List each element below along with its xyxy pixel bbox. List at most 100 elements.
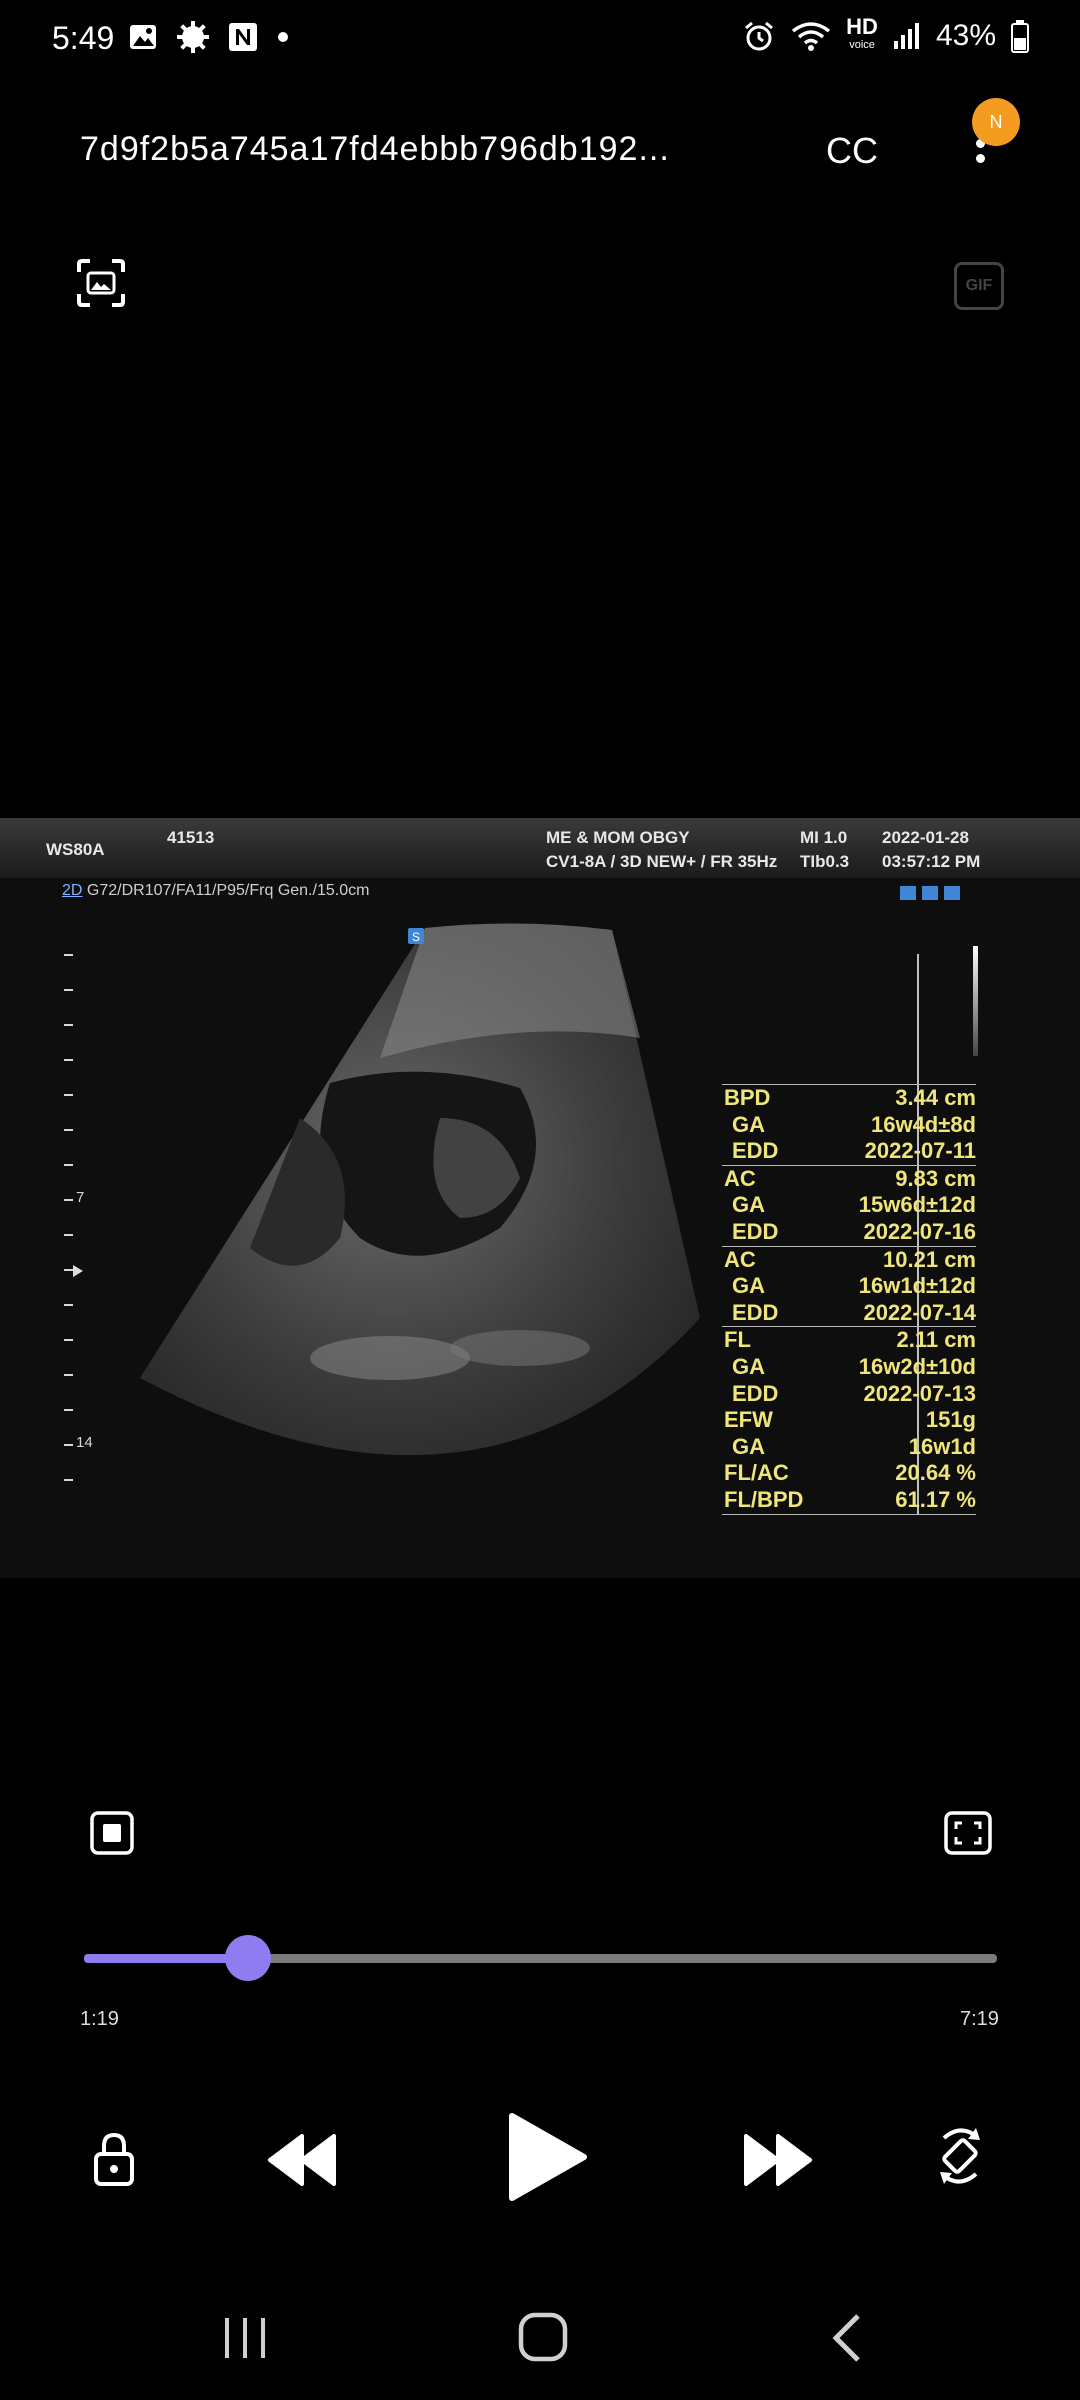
- measurement-row: EDD 2022-07-13: [722, 1381, 976, 1408]
- n-app-icon: [229, 23, 257, 51]
- measurement-label: AC: [724, 1165, 756, 1191]
- measurement-label: GA: [732, 1111, 765, 1137]
- depth-tick: [64, 1479, 73, 1481]
- total-duration: 7:19: [960, 2008, 999, 2030]
- measurement-results: BPD 3.44 cm GA 16w4d±8d EDD 2022-07-11 AC 9.83 …: [722, 1084, 976, 1515]
- depth-tick: [64, 954, 73, 956]
- gif-button[interactable]: GIF: [954, 262, 1004, 310]
- screen-capture-icon[interactable]: [76, 258, 126, 308]
- video-title: 7d9f2b5a745a17fd4ebbb796db192...: [80, 130, 670, 168]
- play-icon[interactable]: [500, 2112, 590, 2202]
- status-time: 5:49: [52, 20, 115, 56]
- measurement-label: GA: [732, 1273, 765, 1299]
- rewind-icon[interactable]: [266, 2130, 338, 2190]
- depth-tick: [64, 1199, 73, 1201]
- measurement-label: EDD: [732, 1380, 779, 1406]
- measurement-row: BPD 3.44 cm: [722, 1084, 976, 1112]
- closed-captions-button[interactable]: CC: [826, 130, 878, 172]
- depth-tick: [64, 1374, 73, 1376]
- measurement-label: FL: [724, 1327, 751, 1353]
- measurement-row: GA 16w1d±12d: [722, 1273, 976, 1300]
- back-icon[interactable]: [828, 2312, 864, 2364]
- depth-tick: [64, 1129, 73, 1131]
- measurement-value: 151g: [925, 1407, 976, 1433]
- measurement-value: 20.64 %: [895, 1460, 976, 1486]
- measurement-label: GA: [732, 1353, 765, 1379]
- depth-tick: [64, 1409, 73, 1411]
- measurement-label: GA: [732, 1433, 765, 1459]
- rotate-screen-icon[interactable]: [930, 2124, 990, 2188]
- measurement-value: 10.21 cm: [883, 1246, 976, 1272]
- battery-percent: 43%: [935, 19, 996, 52]
- measurement-label: EDD: [732, 1138, 779, 1164]
- signal-icon: [893, 23, 919, 49]
- measurement-row: GA 16w4d±8d: [722, 1112, 976, 1139]
- seek-bar-thumb[interactable]: [225, 1935, 272, 1981]
- measurement-row: FL/AC 20.64 %: [722, 1460, 976, 1487]
- home-icon[interactable]: [518, 2312, 568, 2362]
- measurement-row: GA 16w1d: [722, 1434, 976, 1461]
- depth-tick: [64, 1024, 73, 1026]
- wifi-icon: [792, 22, 831, 51]
- measurement-label: FL/BPD: [724, 1486, 804, 1512]
- measurement-row: EDD 2022-07-16: [722, 1219, 976, 1246]
- measurement-value: 61.17 %: [895, 1486, 976, 1512]
- battery-icon: [1011, 20, 1029, 53]
- depth-tick: [64, 1059, 73, 1061]
- voice-label: voice: [849, 39, 875, 51]
- measurement-row: AC 9.83 cm: [722, 1164, 976, 1193]
- fast-forward-icon[interactable]: [742, 2130, 814, 2190]
- probe-orientation-marker: S: [412, 930, 420, 944]
- status-bar: 5:49 HD voice 43%: [0, 0, 1080, 80]
- measurement-value: 2022-07-14: [863, 1299, 976, 1325]
- measurement-label: EDD: [732, 1299, 779, 1325]
- measurement-row: EDD 2022-07-11: [722, 1138, 976, 1165]
- settings-gear-icon: [177, 21, 209, 53]
- measurement-row: AC 10.21 cm: [722, 1245, 976, 1274]
- measurement-value: 2022-07-16: [863, 1218, 976, 1244]
- measurement-value: 2022-07-11: [864, 1138, 976, 1164]
- fullscreen-icon[interactable]: [944, 1811, 992, 1855]
- stop-icon[interactable]: [90, 1811, 134, 1855]
- measurement-value: 16w1d: [908, 1433, 976, 1459]
- more-dot: [975, 154, 985, 163]
- depth-tick: [64, 1234, 73, 1236]
- focus-marker-icon: [73, 1265, 83, 1277]
- measurement-label: GA: [732, 1192, 765, 1218]
- status-notification-icons: [128, 20, 290, 54]
- depth-tick: [64, 1094, 73, 1096]
- measurement-row: FL 2.11 cm: [722, 1326, 976, 1354]
- measurement-value: 2.11 cm: [896, 1327, 976, 1353]
- measurement-label: EFW: [724, 1407, 773, 1433]
- measurement-label: AC: [724, 1246, 756, 1272]
- current-time: 1:19: [80, 2008, 119, 2030]
- measurement-label: FL/AC: [724, 1460, 789, 1486]
- measurement-value: 2022-07-13: [863, 1380, 976, 1406]
- seek-bar-progress: [84, 1954, 249, 1963]
- alarm-icon: [745, 21, 774, 51]
- depth-tick: [64, 1444, 73, 1446]
- ultrasound-video-frame[interactable]: WS80A 41513 ME & MOM OBGY CV1-8A / 3D NE…: [0, 818, 1080, 1578]
- depth-tick: [64, 1164, 73, 1166]
- lock-icon[interactable]: [90, 2130, 138, 2188]
- measurement-value: 3.44 cm: [895, 1085, 976, 1110]
- depth-tick: [64, 989, 73, 991]
- measurement-row: FL/BPD 61.17 %: [722, 1487, 976, 1515]
- measurement-value: 16w2d±10d: [858, 1353, 976, 1379]
- measurement-row: GA 16w2d±10d: [722, 1354, 976, 1381]
- depth-tick: [64, 1304, 73, 1306]
- measurement-row: GA 15w6d±12d: [722, 1192, 976, 1219]
- measurement-row: EDD 2022-07-14: [722, 1300, 976, 1327]
- notification-badge: N: [972, 98, 1020, 146]
- gallery-icon: [130, 25, 156, 49]
- measurement-value: 16w4d±8d: [870, 1111, 976, 1137]
- grayscale-bar: [973, 946, 978, 1056]
- measurement-value: 15w6d±12d: [858, 1192, 976, 1218]
- depth-tick: [64, 1339, 73, 1341]
- seek-bar[interactable]: [84, 1935, 997, 1981]
- recent-apps-icon[interactable]: [222, 2316, 268, 2360]
- measurement-value: 9.83 cm: [895, 1165, 976, 1191]
- hd-voice-badge: HD voice: [846, 16, 878, 54]
- dot-icon: [278, 32, 288, 42]
- status-system-icons: HD voice 43%: [742, 16, 1030, 54]
